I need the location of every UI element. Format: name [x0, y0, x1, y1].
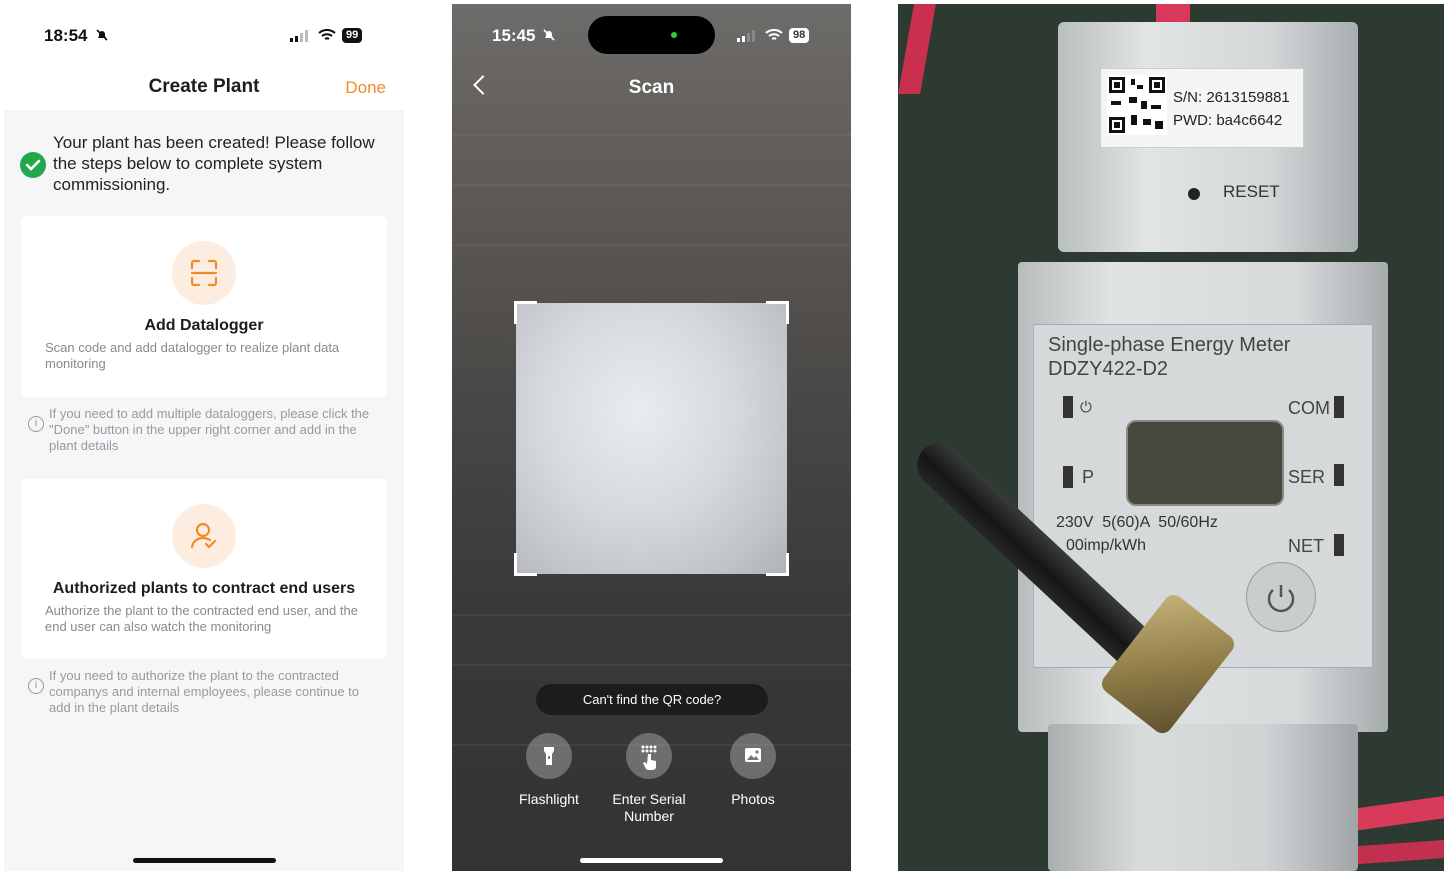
net-label: NET — [1288, 536, 1324, 556]
info-icon: i — [28, 678, 44, 694]
cant-find-qr-button[interactable]: Can't find the QR code? — [536, 684, 768, 715]
home-indicator — [580, 858, 723, 863]
reset-hole — [1188, 188, 1200, 200]
viewfinder-corner — [766, 553, 789, 576]
scan-icon — [172, 241, 236, 305]
energy-meter-photo: S/N: 2613159881 PWD: ba4c6642 RESET Sing… — [898, 4, 1444, 871]
done-button[interactable]: Done — [345, 78, 386, 98]
check-circle-icon — [20, 152, 46, 178]
battery-icon: 99 — [342, 28, 363, 43]
specs-line-2: 00imp/kWh — [1066, 537, 1147, 554]
viewfinder-corner — [514, 301, 537, 324]
add-datalogger-card[interactable]: Add Datalogger Scan code and add datalog… — [21, 216, 387, 397]
meter-title-line-1: Single-phase Energy Meter — [1048, 334, 1291, 356]
create-plant-screen: 18:54 99 Create Plant Done Your plant ha… — [4, 4, 404, 871]
card-description: Authorize the plant to the contracted en… — [45, 603, 358, 634]
status-time: 18:54 — [44, 26, 88, 45]
power-symbol: ⏻ — [1080, 399, 1092, 416]
lcd-display — [1126, 420, 1284, 506]
bell-muted-icon — [96, 29, 108, 41]
user-icon — [172, 504, 236, 568]
wifi-icon — [765, 29, 783, 40]
card-title: Authorized plants to contract end users — [52, 580, 356, 597]
enter-serial-number-button[interactable]: Enter Serial Number — [589, 733, 709, 825]
info-icon: i — [28, 416, 44, 432]
note-text: If you need to add multiple dataloggers,… — [49, 406, 370, 453]
page-title: Create Plant — [148, 76, 260, 97]
flashlight-icon — [526, 733, 572, 779]
photos-button[interactable]: Photos — [693, 733, 813, 808]
status-time: 15:45 — [492, 26, 536, 45]
photos-icon — [730, 733, 776, 779]
action-label: Photos — [731, 791, 775, 807]
password-text: PWD: ba4c6642 — [1173, 112, 1283, 129]
p-label: P — [1082, 467, 1095, 487]
ser-label: SER — [1288, 467, 1326, 487]
card-title: Add Datalogger — [144, 317, 264, 334]
success-text: Your plant has been created! Please foll… — [53, 133, 375, 194]
scan-viewfinder — [514, 301, 789, 576]
dynamic-island — [588, 16, 715, 54]
serial-number-text: S/N: 2613159881 — [1173, 89, 1290, 106]
meter-title-line-2: DDZY422-D2 — [1048, 358, 1169, 380]
signal-icon — [737, 29, 755, 42]
page-title: Scan — [628, 77, 675, 98]
keypad-hand-icon — [626, 733, 672, 779]
status-icons: 99 — [290, 28, 363, 43]
wifi-icon — [318, 29, 336, 40]
note-text: If you need to authorize the plant to th… — [49, 668, 360, 715]
scan-screen: 15:45 98 Scan Can't find the QR code? Fl… — [452, 4, 851, 871]
status-icons: 98 — [737, 28, 810, 43]
power-button — [1246, 562, 1316, 632]
authorize-end-users-card[interactable]: Authorized plants to contract end users … — [21, 479, 387, 659]
qr-code-icon — [1107, 75, 1167, 135]
viewfinder-corner — [514, 553, 537, 576]
card-description: Scan code and add datalogger to realize … — [45, 340, 340, 371]
viewfinder-corner — [766, 301, 789, 324]
meter-bottom-cover — [1048, 724, 1358, 871]
specs-line-1: 230V 5(60)A 50/60Hz — [1056, 514, 1218, 531]
bell-muted-icon — [543, 29, 555, 41]
signal-icon — [290, 29, 308, 42]
qr-label-sticker: S/N: 2613159881 PWD: ba4c6642 — [1100, 68, 1304, 148]
action-label: Enter Serial Number — [612, 791, 686, 824]
com-label: COM — [1288, 398, 1330, 418]
battery-icon: 98 — [789, 28, 810, 43]
reset-label: RESET — [1223, 182, 1280, 201]
home-indicator — [133, 858, 276, 863]
